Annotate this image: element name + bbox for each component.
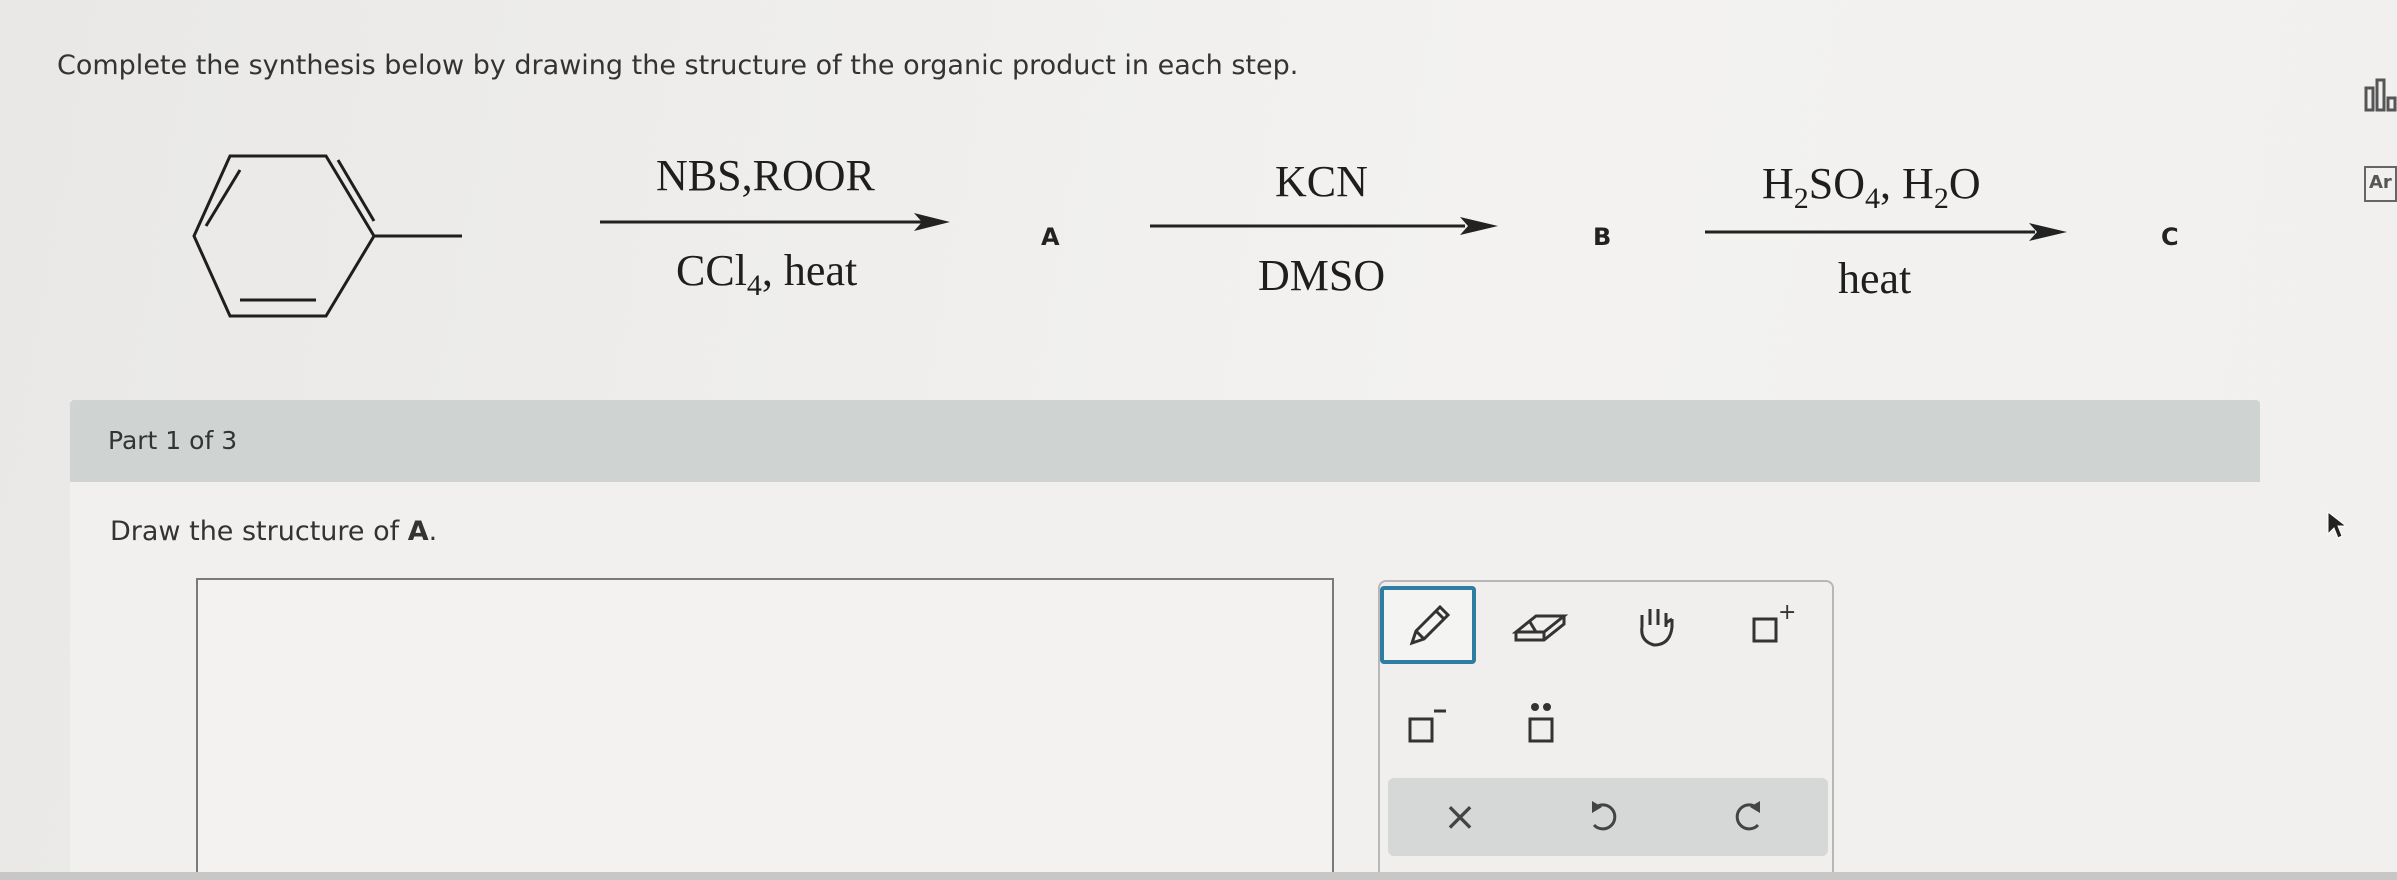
clear-button[interactable]: × xyxy=(1412,778,1508,856)
eraser-icon xyxy=(1511,614,1569,642)
starting-material-structure xyxy=(192,154,462,318)
lone-pair-icon xyxy=(1528,703,1554,743)
step3-sub2: 4 xyxy=(1865,182,1881,215)
step3-sub1: 2 xyxy=(1793,182,1809,215)
step3-sub3: 2 xyxy=(1933,182,1949,215)
step2-reagent-top: KCN xyxy=(1275,157,1368,206)
part-prompt: Draw the structure of A. xyxy=(110,516,437,547)
step3-so: SO xyxy=(1808,159,1866,208)
close-icon: × xyxy=(1443,794,1477,840)
eraser-tool-button[interactable] xyxy=(1492,586,1588,664)
pencil-tool-button[interactable] xyxy=(1380,586,1476,664)
chart-icon[interactable] xyxy=(2362,76,2397,116)
reaction-scheme: NBS,ROOR CCl4, heat A KCN DMSO B H2SO4, … xyxy=(0,120,2300,350)
mouse-pointer-icon xyxy=(2327,510,2346,539)
undo-button[interactable] xyxy=(1556,778,1652,856)
hand-icon xyxy=(1640,609,1674,647)
lone-pair-tool-button[interactable] xyxy=(1492,686,1588,764)
part-header: Part 1 of 3 xyxy=(70,400,2260,482)
step1-reagent-bottom: CCl4, heat xyxy=(676,245,857,303)
prompt-prefix: Draw the structure of xyxy=(110,516,408,547)
pencil-icon xyxy=(1409,604,1451,646)
compound-label-a: A xyxy=(1041,223,1060,251)
redo-button[interactable] xyxy=(1700,778,1796,856)
undo-icon xyxy=(1592,801,1617,831)
step1-reagent-top: NBS,ROOR xyxy=(656,151,875,200)
step3-comma-h: , H xyxy=(1880,159,1934,208)
plus-glyph: + xyxy=(1778,600,1796,625)
positive-charge-icon: + xyxy=(1752,600,1796,643)
drawing-canvas[interactable] xyxy=(196,578,1334,880)
step1-bottom-rest: , heat xyxy=(761,246,858,295)
compound-label-c: C xyxy=(2161,223,2179,251)
redo-icon xyxy=(1735,801,1760,831)
reaction-arrow-2 xyxy=(1150,217,1498,235)
reaction-arrow-3 xyxy=(1705,223,2067,241)
periodic-table-icon[interactable]: Ar xyxy=(2364,166,2397,202)
step2-reagent-bottom: DMSO xyxy=(1258,251,1386,300)
step3-reagent-bottom: heat xyxy=(1838,254,1912,303)
hand-tool-button[interactable] xyxy=(1608,586,1704,664)
step3-o: O xyxy=(1948,159,1981,208)
prompt-suffix: . xyxy=(428,516,438,547)
instruction-text: Complete the synthesis below by drawing … xyxy=(57,50,1299,81)
negative-charge-icon xyxy=(1408,709,1446,743)
step1-bottom-main: CCl xyxy=(676,246,747,295)
step1-bottom-sub: 4 xyxy=(746,269,762,302)
negative-charge-tool-button[interactable] xyxy=(1380,686,1476,764)
compound-label-b: B xyxy=(1593,223,1612,251)
part-title: Part 1 of 3 xyxy=(108,426,238,455)
part-panel: Part 1 of 3 Draw the structure of A. + × xyxy=(70,400,2260,880)
reaction-arrow-1 xyxy=(600,213,950,231)
prompt-bold: A xyxy=(407,516,429,547)
action-bar: × xyxy=(1388,778,1828,856)
step3-h: H xyxy=(1762,159,1794,208)
step3-reagent-top: H2SO4, H2O xyxy=(1762,158,1981,216)
drawing-toolbar: + × xyxy=(1378,580,1834,880)
positive-charge-tool-button[interactable]: + xyxy=(1724,586,1820,664)
bottom-strip xyxy=(0,872,2397,880)
